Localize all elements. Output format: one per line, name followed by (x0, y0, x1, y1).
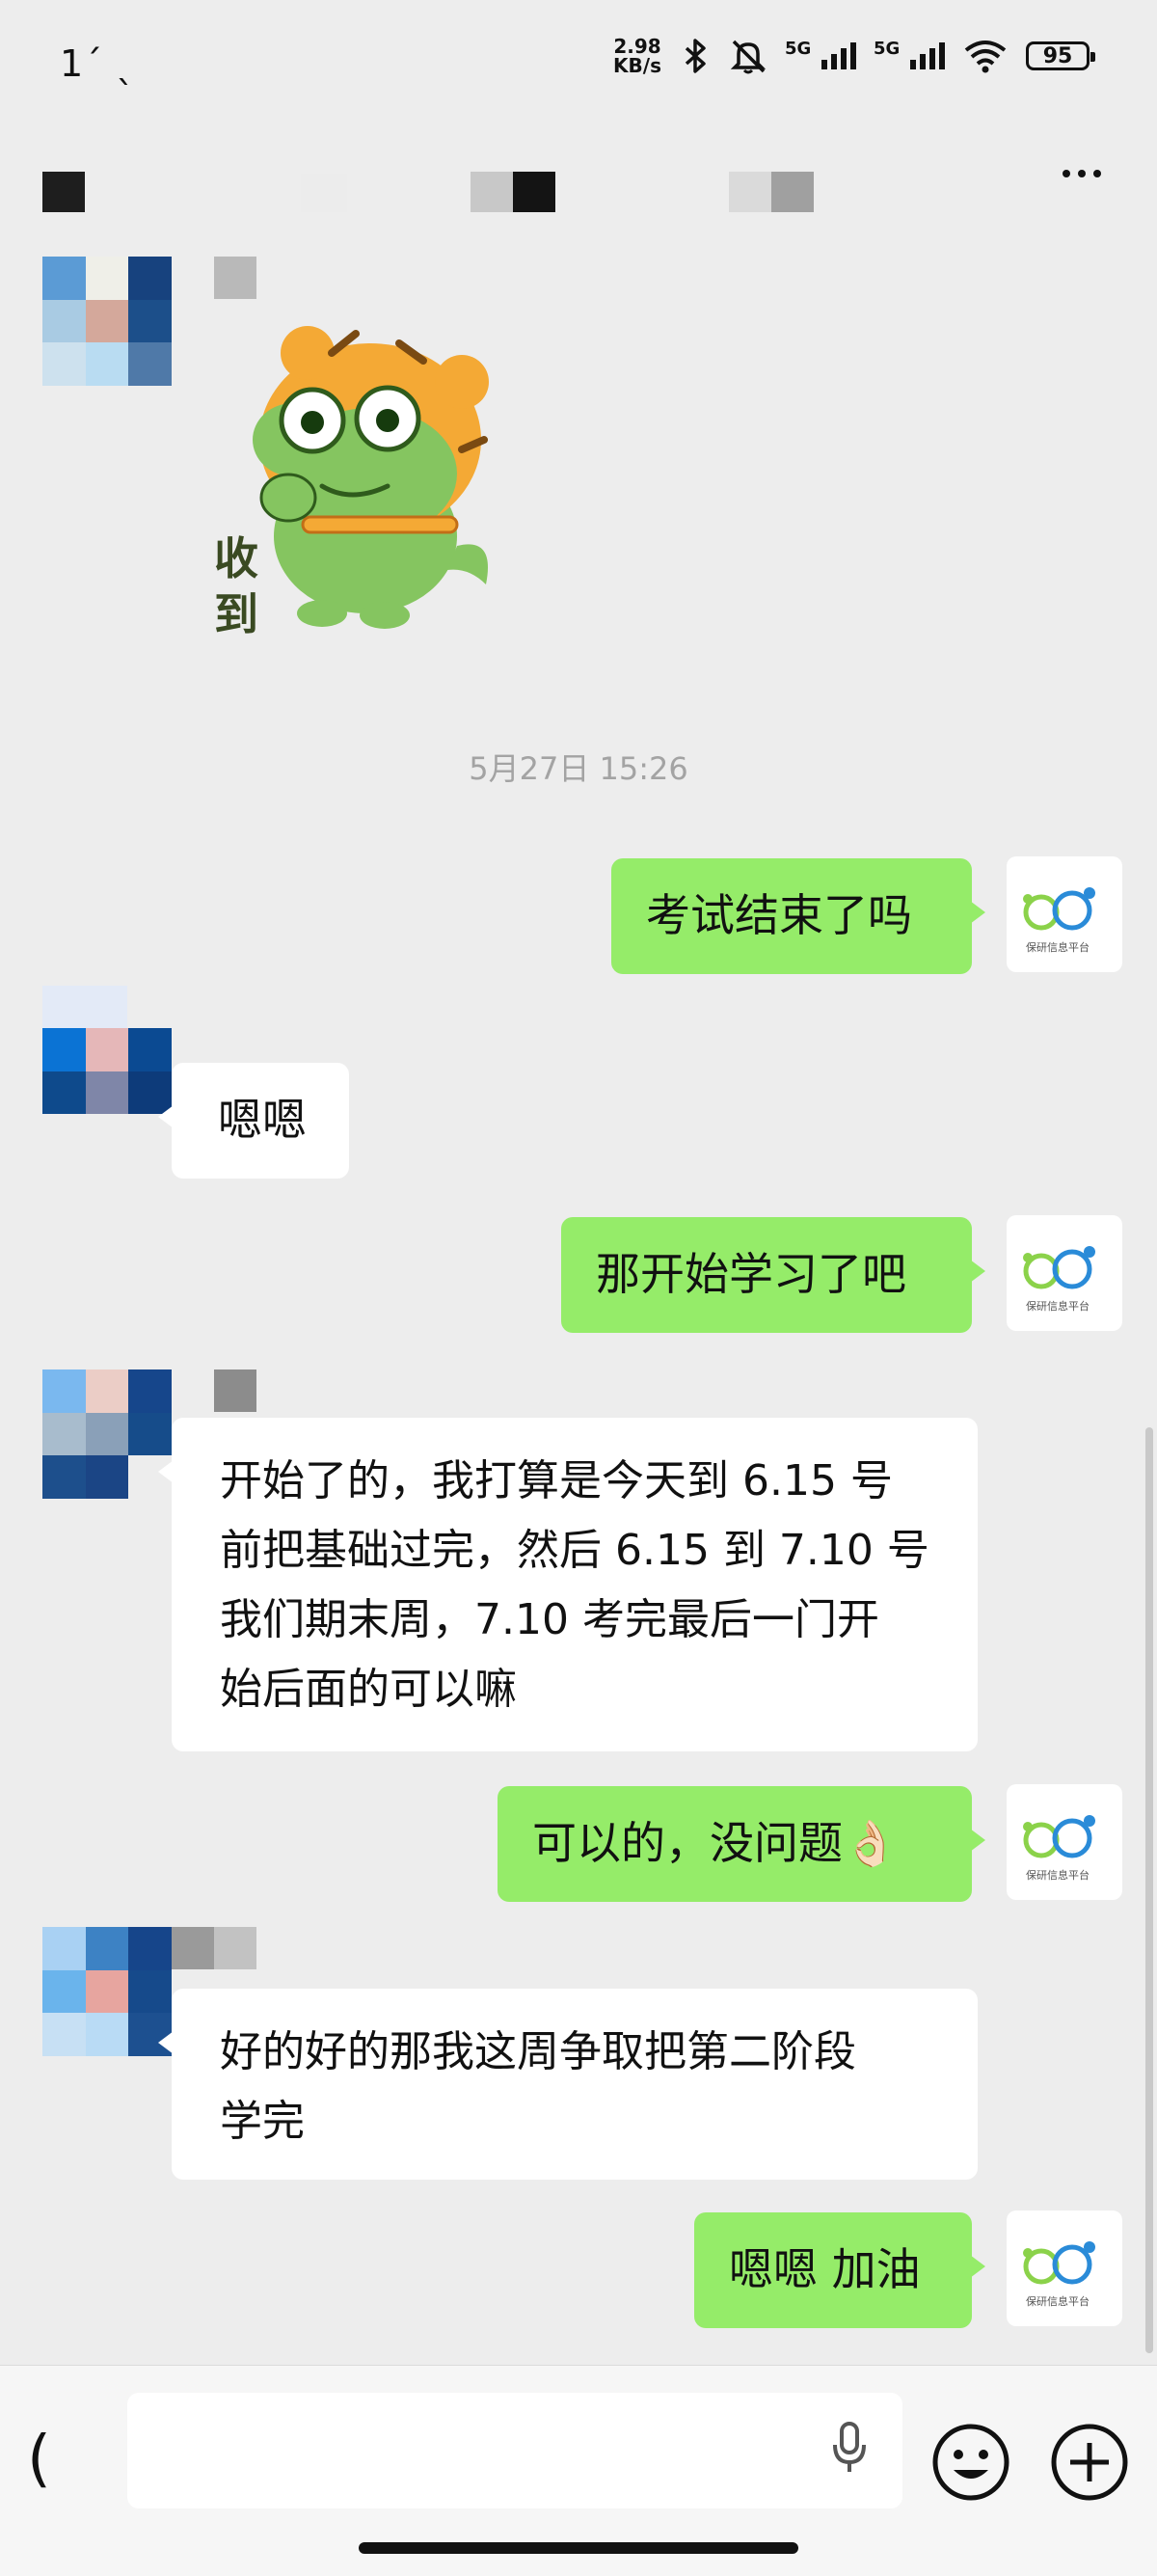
signal-label: 5G (874, 39, 901, 59)
status-bar: 1´ ˎ 2.98 KB/s 5G 5G 95 (0, 0, 1157, 125)
outgoing-message-bubble[interactable]: 可以的，没问题👌🏻 (498, 1786, 985, 1902)
chat-scrollbar[interactable] (1145, 1427, 1153, 2353)
emoji-icon[interactable] (930, 2422, 1011, 2503)
sticker-caption: 收 到 (214, 532, 258, 640)
message-text: 好的好的那我这周争取把第二阶段 学完 (220, 2027, 856, 2146)
message-text: 可以的，没问题👌🏻 (532, 1817, 899, 1869)
platform-logo-icon: 保研信息平台 (1023, 2241, 1095, 2308)
contact-name-redacted (214, 1927, 256, 1969)
microphone-icon[interactable] (831, 2420, 868, 2476)
network-speed: 2.98 KB/s (613, 37, 661, 75)
message-text: 嗯嗯 加油 (729, 2243, 921, 2295)
network-speed-value: 2.98 (613, 35, 661, 58)
self-avatar[interactable]: 保研信息平台 (1007, 2210, 1122, 2326)
contact-avatar-edge (42, 986, 127, 1028)
self-avatar[interactable]: 保研信息平台 (1007, 1784, 1122, 1900)
add-attachment-icon[interactable] (1049, 2422, 1130, 2503)
bluetooth-icon (685, 39, 706, 73)
contact-name-redacted (214, 257, 256, 299)
contact-avatar[interactable] (42, 1369, 172, 1499)
svg-text:保研信息平台: 保研信息平台 (1026, 2294, 1090, 2308)
platform-logo-icon: 保研信息平台 (1023, 1815, 1095, 1882)
self-avatar[interactable]: 保研信息平台 (1007, 856, 1122, 972)
chat-timestamp: 5月27日 15:26 (469, 750, 688, 787)
incoming-message-bubble[interactable]: 好的好的那我这周争取把第二阶段 学完 (158, 1989, 978, 2180)
message-text: 考试结束了吗 (646, 889, 912, 941)
message-text: 开始了的，我打算是今天到 6.15 号 前把基础过完，然后 6.15 到 7.1… (220, 1456, 929, 1714)
more-options-icon[interactable] (1063, 170, 1101, 177)
bell-muted-icon (730, 40, 767, 74)
home-indicator[interactable] (359, 2542, 798, 2554)
message-text: 那开始学习了吧 (596, 1248, 906, 1300)
contact-avatar[interactable] (42, 1927, 172, 2056)
wifi-icon (964, 41, 1007, 73)
platform-logo-icon: 保研信息平台 (1023, 1246, 1095, 1313)
contact-name-redacted (214, 1369, 256, 1412)
platform-logo-icon: 保研信息平台 (1023, 887, 1095, 954)
chat-header (0, 154, 1157, 231)
contact-name-redacted (172, 1927, 214, 1969)
cell-signal-icon: 5G (874, 39, 945, 69)
redacted-title-block (471, 172, 513, 212)
contact-avatar[interactable] (42, 1028, 172, 1157)
redacted-title-block (771, 172, 814, 212)
network-speed-unit: KB/s (613, 54, 661, 77)
frog-sticker[interactable] (216, 314, 505, 642)
voice-mode-icon[interactable]: ( (27, 2424, 51, 2495)
message-input[interactable] (127, 2393, 902, 2508)
status-icons: 2.98 KB/s 5G 5G 95 (613, 37, 1095, 75)
outgoing-message-bubble[interactable]: 考试结束了吗 (611, 858, 985, 974)
svg-text:保研信息平台: 保研信息平台 (1026, 940, 1090, 954)
contact-avatar[interactable] (42, 257, 172, 386)
svg-text:保研信息平台: 保研信息平台 (1026, 1299, 1090, 1313)
outgoing-message-bubble[interactable]: 嗯嗯 加油 (694, 2212, 985, 2328)
self-avatar[interactable]: 保研信息平台 (1007, 1215, 1122, 1331)
status-time: 1´ ˎ (60, 42, 136, 85)
svg-text:保研信息平台: 保研信息平台 (1026, 1868, 1090, 1882)
redacted-title-block (513, 172, 555, 212)
back-arrow-icon[interactable] (42, 172, 85, 212)
cell-signal-icon: 5G (785, 39, 856, 69)
signal-label: 5G (785, 39, 812, 59)
incoming-message-bubble[interactable]: 开始了的，我打算是今天到 6.15 号 前把基础过完，然后 6.15 到 7.1… (158, 1418, 978, 1751)
battery-indicator: 95 (1026, 41, 1095, 70)
redacted-title-block (301, 174, 347, 212)
redacted-title-block (729, 172, 771, 212)
incoming-message-bubble[interactable]: 嗯嗯 (158, 1063, 349, 1179)
message-text: 嗯嗯 (218, 1094, 307, 1146)
outgoing-message-bubble[interactable]: 那开始学习了吧 (561, 1217, 985, 1333)
